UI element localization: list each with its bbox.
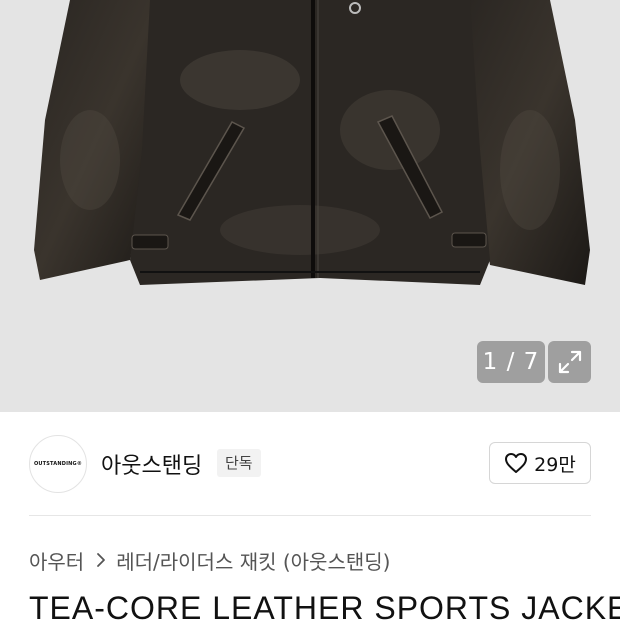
- brand-row: OUTSTANDING® 아웃스탠딩 단독 29만: [0, 412, 620, 516]
- expand-icon: [558, 350, 581, 374]
- breadcrumb-subcategory[interactable]: 레더/라이더스 재킷 (아웃스탠딩): [116, 546, 390, 575]
- exclusive-badge: 단독: [217, 449, 261, 477]
- breadcrumb: 아우터 레더/라이더스 재킷 (아웃스탠딩): [29, 545, 390, 575]
- product-image-gallery[interactable]: 1 / 7: [0, 0, 620, 412]
- heart-icon: [505, 453, 528, 473]
- product-title: TEA-CORE LEATHER SPORTS JACKE: [29, 590, 620, 620]
- brand-name[interactable]: 아웃스탠딩: [101, 448, 202, 480]
- like-button[interactable]: 29만: [489, 442, 591, 484]
- divider: [29, 515, 591, 516]
- brand-logo-text: OUTSTANDING®: [33, 461, 83, 467]
- breadcrumb-category[interactable]: 아우터: [29, 546, 84, 575]
- like-count: 29만: [534, 453, 576, 476]
- image-counter: 1 / 7: [477, 341, 545, 383]
- brand-logo[interactable]: OUTSTANDING®: [29, 435, 87, 493]
- expand-button[interactable]: [548, 341, 591, 383]
- chevron-right-icon: [96, 552, 106, 568]
